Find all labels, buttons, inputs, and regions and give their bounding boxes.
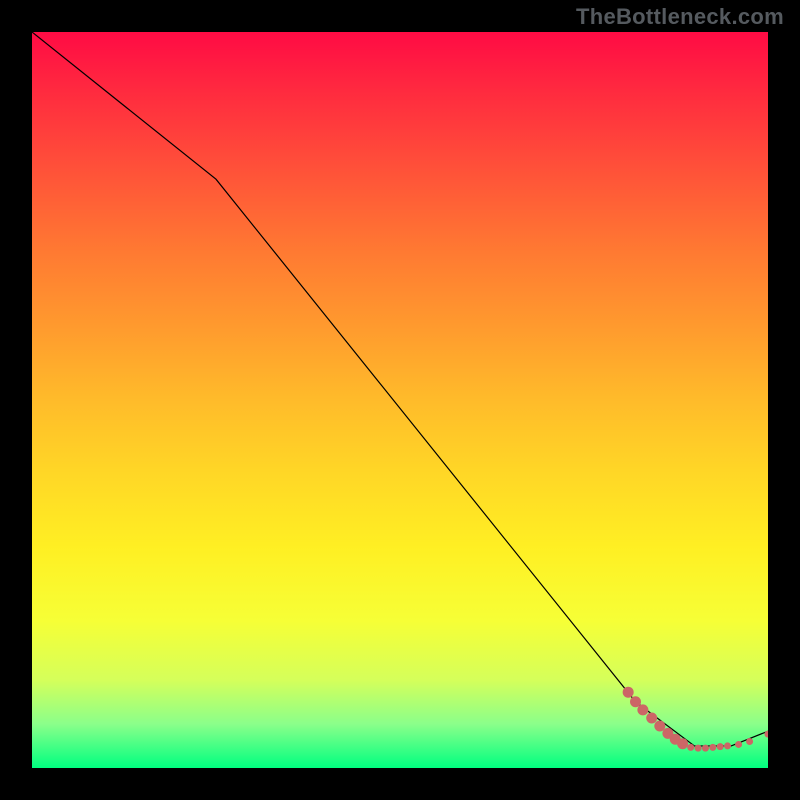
marker-dot <box>687 744 694 751</box>
stage: TheBottleneck.com <box>0 0 800 800</box>
marker-dot <box>695 745 702 752</box>
bottleneck-curve-path <box>32 32 768 746</box>
marker-dot <box>677 738 688 749</box>
plot-area <box>32 32 768 768</box>
marker-dot <box>630 696 641 707</box>
marker-dot <box>709 744 716 751</box>
marker-dot <box>746 738 753 745</box>
marker-dot <box>735 741 742 748</box>
marker-dot <box>717 743 724 750</box>
marker-dot <box>654 721 665 732</box>
marker-dot <box>623 687 634 698</box>
chart-svg <box>32 32 768 768</box>
marker-layer <box>623 687 768 752</box>
marker-dot <box>646 712 657 723</box>
marker-dot <box>637 704 648 715</box>
marker-dot <box>702 745 709 752</box>
marker-dot <box>724 742 731 749</box>
watermark-text: TheBottleneck.com <box>576 4 784 30</box>
marker-dot <box>764 731 768 738</box>
